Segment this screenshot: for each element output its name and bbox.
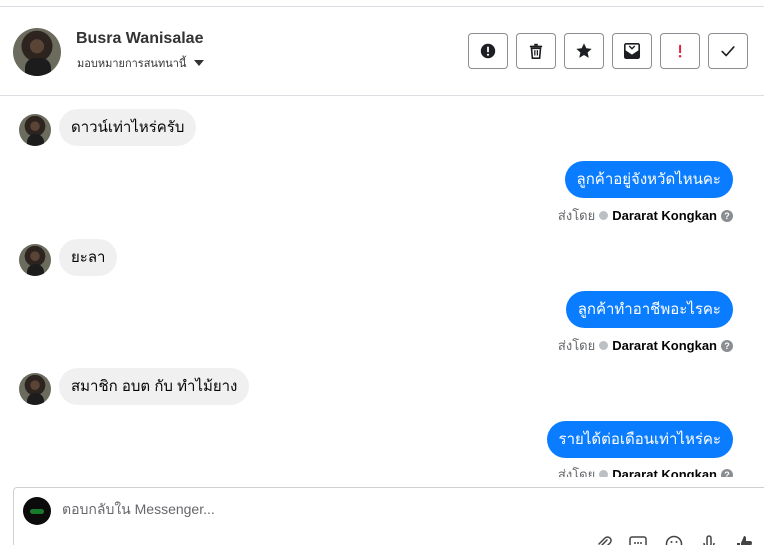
outgoing-message[interactable]: รายได้ต่อเดือนเท่าไหร่คะ (546, 421, 733, 458)
red-exclamation-icon (678, 44, 682, 58)
verified-icon (599, 341, 609, 350)
envelope-icon (623, 42, 641, 60)
sent-by-label: ส่งโดย (557, 467, 596, 477)
contact-avatar-small[interactable] (19, 244, 51, 276)
page-avatar (23, 497, 51, 525)
reply-composer (13, 487, 764, 545)
emoji-button[interactable] (664, 534, 684, 545)
help-icon[interactable]: ? (721, 209, 733, 222)
sent-by-label: ส่งโดย (557, 338, 596, 353)
contact-name[interactable]: Busra Wanisalae (76, 30, 203, 48)
trash-icon (529, 43, 543, 60)
help-icon[interactable]: ? (721, 468, 733, 477)
microphone-button[interactable] (699, 534, 719, 545)
inbox-conversation: Busra Wanisalae มอบหมายการสนทนานี้ ดาวน์… (0, 0, 764, 545)
attach-button[interactable] (594, 534, 614, 545)
incoming-message[interactable]: ดาวน์เท่าไหร่ครับ (59, 109, 197, 146)
verified-icon (599, 470, 609, 477)
agent-name: Dararat Kongkan (612, 467, 717, 477)
smiley-icon (665, 535, 683, 545)
conversation-header: Busra Wanisalae มอบหมายการสนทนานี้ (0, 6, 764, 96)
exclamation-circle-icon (480, 43, 496, 59)
incoming-message[interactable]: สมาชิก อบต กับ ทำไม้ยาง (59, 368, 250, 405)
mark-unread-button[interactable] (612, 33, 652, 69)
help-icon[interactable]: ? (721, 339, 733, 352)
delete-button[interactable] (516, 33, 556, 69)
message-thread[interactable]: ดาวน์เท่าไหร่ครับ ลูกค้าอยู่จังหวัดไหนคะ… (0, 97, 764, 477)
caret-down-icon (194, 60, 205, 66)
incoming-message[interactable]: ยะลา (59, 239, 118, 276)
mark-done-button[interactable] (708, 33, 748, 69)
checkmark-icon (721, 46, 735, 57)
outgoing-message[interactable]: ลูกค้าอยู่จังหวัดไหนคะ (564, 161, 733, 198)
assign-label: มอบหมายการสนทนานี้ (77, 58, 187, 70)
microphone-icon (703, 535, 715, 545)
agent-name: Dararat Kongkan (612, 338, 717, 353)
thumbs-up-icon (737, 536, 752, 545)
like-button[interactable] (734, 534, 754, 545)
verified-icon (599, 211, 609, 220)
contact-avatar-small[interactable] (19, 114, 51, 146)
reply-input[interactable] (62, 501, 662, 517)
sent-by-info: ส่งโดย Dararat Kongkan ? (558, 464, 733, 477)
assign-conversation-dropdown[interactable]: มอบหมายการสนทนานี้ (77, 54, 205, 72)
paperclip-icon (598, 536, 612, 545)
agent-name: Dararat Kongkan (612, 208, 717, 223)
spam-button[interactable] (468, 33, 508, 69)
sent-by-info: ส่งโดย Dararat Kongkan ? (558, 205, 733, 226)
sent-by-label: ส่งโดย (557, 208, 596, 223)
sent-by-info: ส่งโดย Dararat Kongkan ? (558, 335, 733, 356)
star-button[interactable] (564, 33, 604, 69)
outgoing-message[interactable]: ลูกค้าทำอาชีพอะไรคะ (565, 291, 733, 328)
contact-avatar[interactable] (13, 28, 61, 76)
chat-bubble-icon (629, 536, 647, 545)
follow-up-button[interactable] (660, 33, 700, 69)
saved-replies-button[interactable] (628, 534, 648, 545)
contact-avatar-small[interactable] (19, 373, 51, 405)
star-icon (576, 43, 592, 58)
